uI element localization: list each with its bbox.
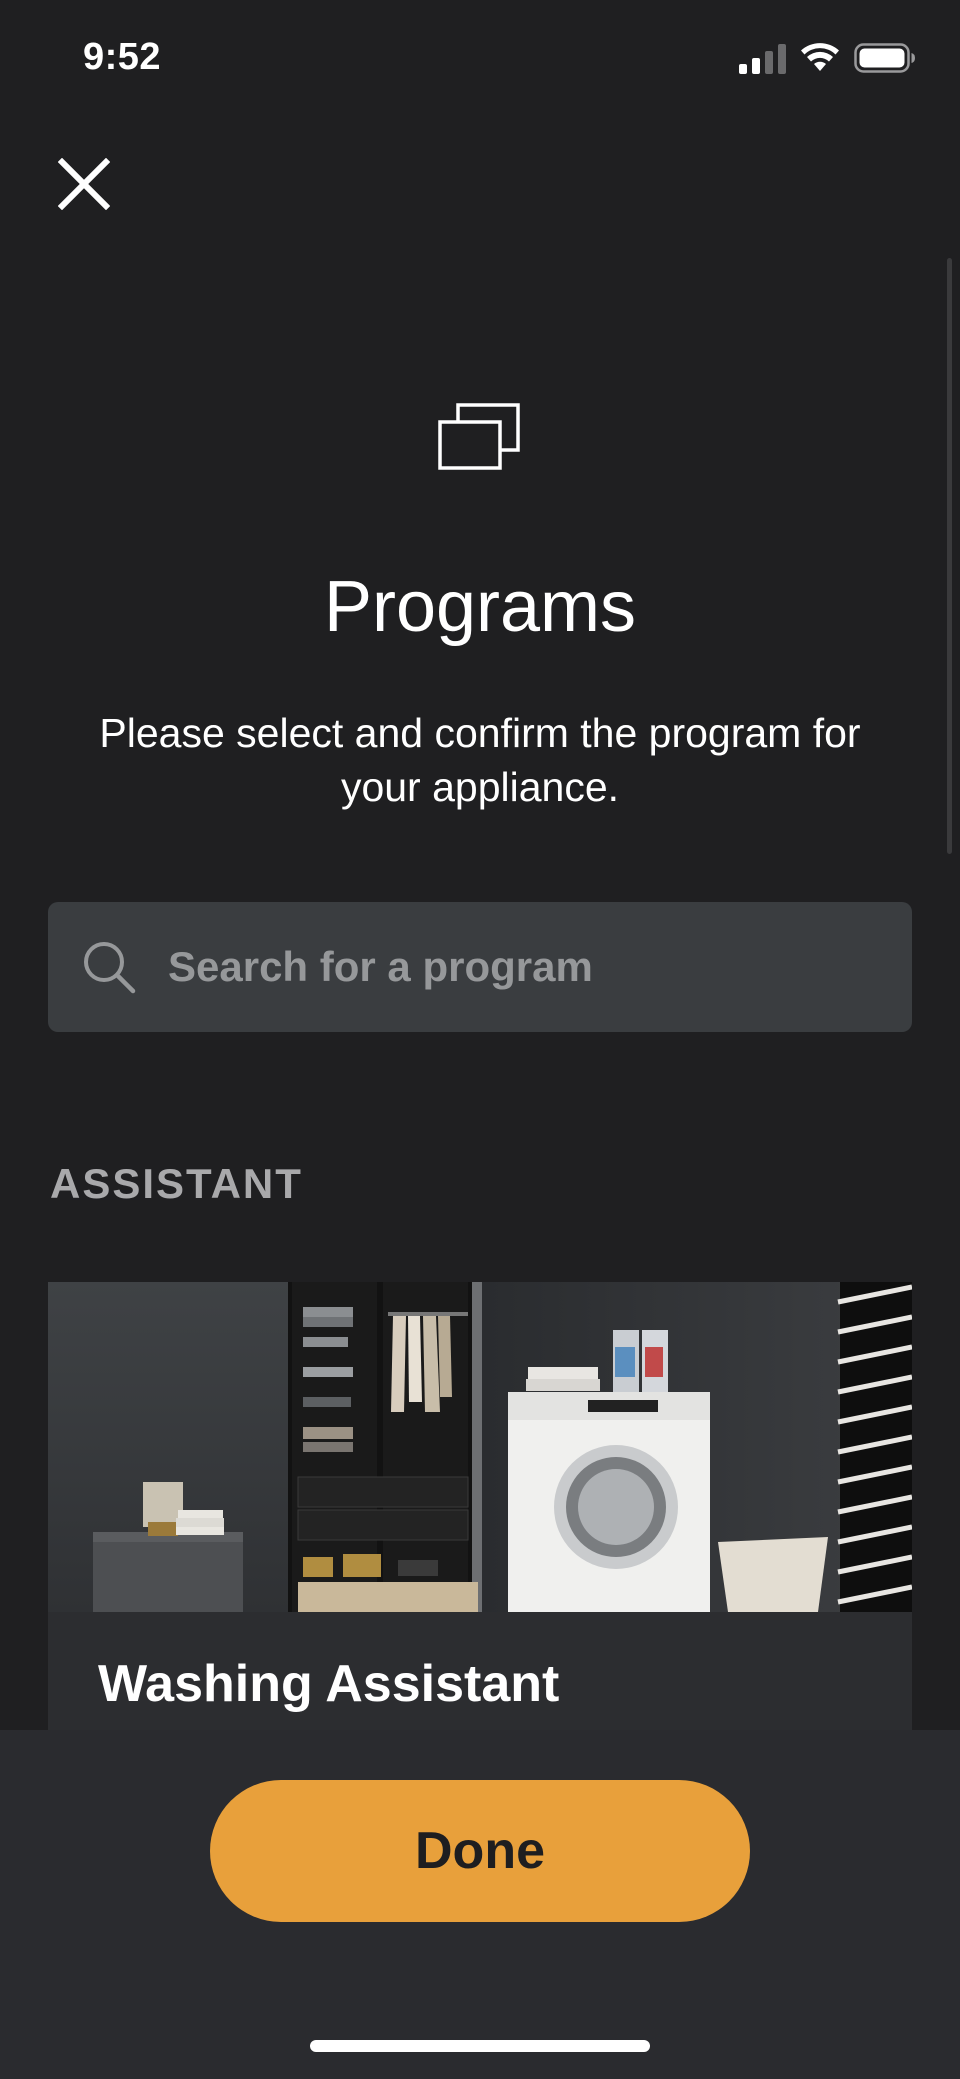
- status-time: 9:52: [83, 36, 162, 78]
- close-icon: [58, 158, 110, 210]
- programs-stack-icon: [438, 403, 520, 470]
- done-button[interactable]: Done: [210, 1780, 750, 1922]
- status-icons: [739, 42, 916, 74]
- search-box[interactable]: [48, 902, 912, 1032]
- cellular-signal-icon: [739, 42, 786, 74]
- status-bar: 9:52: [0, 0, 960, 120]
- washing-assistant-card[interactable]: Washing Assistant: [48, 1282, 912, 1742]
- battery-icon: [854, 43, 915, 73]
- laundry-room-image: [48, 1282, 912, 1612]
- section-header-assistant: ASSISTANT: [50, 1160, 303, 1207]
- close-button[interactable]: [52, 152, 116, 216]
- programs-screen: 9:52 Programs Please select and confirm …: [0, 0, 960, 2079]
- page-subtitle: Please select and confirm the program fo…: [99, 710, 861, 810]
- page-title: Programs: [323, 567, 637, 647]
- search-icon: [84, 942, 136, 994]
- card-title: Washing Assistant: [98, 1655, 560, 1713]
- search-input[interactable]: [166, 942, 870, 992]
- wifi-icon: [801, 43, 839, 71]
- home-indicator[interactable]: [310, 2040, 650, 2052]
- scroll-indicator[interactable]: [947, 258, 952, 854]
